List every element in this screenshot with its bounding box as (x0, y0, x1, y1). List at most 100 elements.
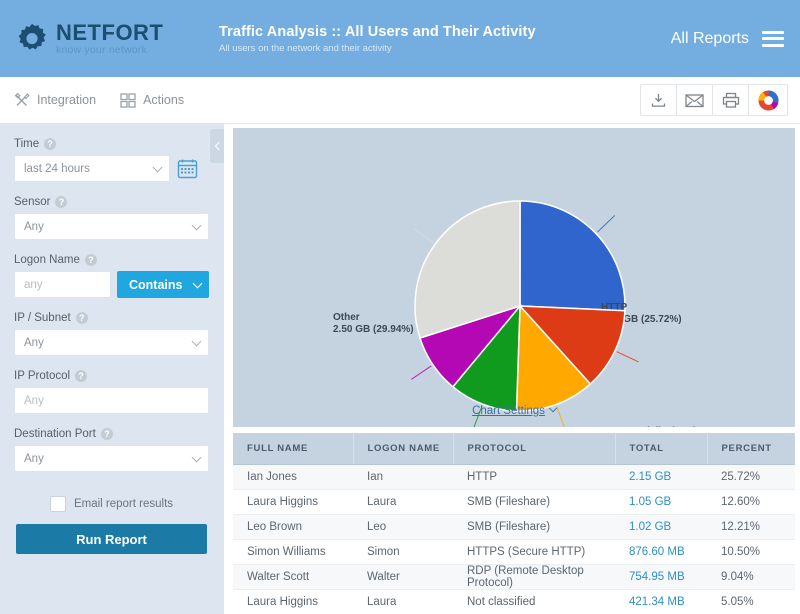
cell-full-name: Leo Brown (233, 514, 353, 540)
pie-chart-icon (757, 89, 779, 110)
email-report-checkbox[interactable] (49, 496, 66, 512)
cell-total[interactable]: 754.95 MB (615, 564, 707, 590)
help-icon[interactable]: ? (55, 196, 68, 208)
cell-logon-name: Simon (353, 539, 453, 565)
print-button[interactable] (713, 85, 748, 115)
cell-full-name: Simon Williams (233, 539, 353, 565)
time-select[interactable]: last 24 hours (14, 155, 170, 182)
help-icon[interactable]: ? (75, 370, 88, 382)
chart-settings-label: Chart Settings (472, 405, 545, 417)
cell-percent: 25.72% (707, 464, 795, 490)
hamburger-menu-icon[interactable] (762, 30, 784, 47)
help-icon[interactable]: ? (44, 138, 57, 150)
table-body: Ian Jones Ian HTTP 2.15 GB 25.72% Laura Higgi… (233, 464, 795, 614)
filter-sensor: Sensor ? Any (14, 196, 209, 240)
filter-sensor-label: Sensor ? (14, 196, 209, 208)
chevron-down-icon (548, 403, 558, 413)
filter-time-controls: last 24 hours (14, 155, 209, 182)
time-select-value: last 24 hours (24, 162, 90, 175)
results-table-wrapper: FULL NAME LOGON NAME PROTOCOL TOTAL PERCENT … (233, 433, 795, 614)
filter-logon-name-label-text: Logon Name (14, 254, 80, 266)
logon-name-operator-value: Contains (129, 277, 183, 292)
ip-subnet-select-value: Any (24, 336, 44, 349)
filter-ip-subnet-label-text: IP / Subnet (14, 312, 71, 324)
filter-destination-port-label-text: Destination Port (14, 428, 96, 440)
filter-sensor-label-text: Sensor (14, 196, 51, 208)
cell-logon-name: Walter (353, 564, 453, 590)
pie-leader-line (411, 365, 432, 380)
filter-ip-protocol: IP Protocol ? Any (14, 370, 209, 414)
table-row[interactable]: Walter Scott Walter RDP (Remote Desktop Pr… (233, 564, 795, 590)
table-row[interactable]: Simon Williams Simon HTTPS (Secure HTTP) 87… (233, 539, 795, 565)
grid-icon (120, 93, 136, 108)
table-column-header[interactable]: PROTOCOL (453, 433, 616, 465)
run-report-button[interactable]: Run Report (16, 524, 207, 554)
integration-menu-item[interactable]: Integration (14, 92, 96, 108)
cell-total[interactable]: 1.05 GB (615, 489, 707, 515)
sidebar-collapse-button[interactable] (210, 129, 225, 163)
filter-time-label: Time ? (14, 138, 209, 150)
calendar-button[interactable] (176, 158, 198, 180)
logon-name-operator-select[interactable]: Contains (117, 271, 209, 298)
table-column-header[interactable]: FULL NAME (233, 433, 354, 465)
table-column-header[interactable]: PERCENT (707, 433, 795, 465)
download-button[interactable] (641, 85, 676, 115)
pie-slice[interactable] (519, 200, 626, 312)
calendar-icon (177, 159, 197, 179)
chart-toggle-button[interactable] (749, 89, 787, 112)
page-title: Traffic Analysis :: All Users and Their … (219, 23, 536, 40)
email-report-row: Email report results (14, 496, 209, 512)
export-toolbar (640, 84, 788, 116)
table-column-header[interactable]: LOGON NAME (353, 433, 454, 465)
help-icon[interactable]: ? (75, 312, 88, 324)
cell-full-name: Laura Higgins (233, 589, 353, 614)
table-row[interactable]: Ian Jones Ian HTTP 2.15 GB 25.72% (233, 464, 795, 490)
table-column-header[interactable]: TOTAL (615, 433, 708, 465)
chevron-down-icon (191, 220, 202, 230)
table-row[interactable]: Leo Brown Leo SMB (Fileshare) 1.02 GB 12.21% (233, 514, 795, 540)
filters-sidebar: Time ? last 24 hours Sensor ? Any Logon … (0, 124, 225, 614)
sensor-select[interactable]: Any (14, 213, 209, 240)
pie-slice-name: Other (333, 312, 360, 323)
cell-total[interactable]: 421.34 MB (615, 589, 707, 614)
ip-subnet-select[interactable]: Any (14, 329, 209, 356)
all-reports-link[interactable]: All Reports (671, 30, 749, 48)
brand-logo[interactable]: NETFORT know your network (14, 21, 204, 57)
pie-chart[interactable]: HTTP2.15 GB (25.72%)SMB (Fileshare)1.05 … (233, 128, 795, 427)
actions-menu-item[interactable]: Actions (120, 92, 184, 108)
cell-percent: 9.04% (707, 564, 795, 590)
help-icon[interactable]: ? (100, 428, 113, 440)
cell-full-name: Walter Scott (233, 564, 353, 590)
filter-destination-port-controls: Any (14, 445, 209, 472)
help-icon[interactable]: ? (84, 254, 97, 266)
chart-settings-link[interactable]: Chart Settings (233, 403, 795, 417)
tools-icon (14, 92, 30, 106)
cell-protocol: RDP (Remote Desktop Protocol) (453, 564, 615, 590)
sub-navigation-bar: Integration Actions (0, 77, 800, 124)
logon-name-input[interactable]: any (14, 271, 111, 298)
table-row[interactable]: Laura Higgins Laura Not classified 421.34 M… (233, 589, 795, 614)
actions-label: Actions (143, 93, 185, 107)
cell-protocol: Not classified (453, 589, 615, 614)
filter-destination-port: Destination Port ? Any (14, 428, 209, 472)
chevron-down-icon (192, 278, 203, 288)
filter-ip-subnet-controls: Any (14, 329, 209, 356)
table-head: FULL NAME LOGON NAME PROTOCOL TOTAL PERCENT (233, 433, 795, 465)
page-subtitle: All users on the network and their activ… (219, 42, 392, 54)
cell-total[interactable]: 2.15 GB (615, 464, 707, 490)
cell-total[interactable]: 876.60 MB (615, 539, 707, 565)
filter-ip-protocol-controls: Any (14, 387, 209, 414)
filter-time-label-text: Time (14, 138, 40, 150)
cell-total[interactable]: 1.02 GB (615, 514, 707, 540)
cell-percent: 10.50% (707, 539, 795, 565)
destination-port-select[interactable]: Any (14, 445, 209, 472)
cell-logon-name: Laura (353, 589, 453, 614)
pie-leader-line (413, 228, 434, 244)
ip-protocol-input[interactable]: Any (14, 387, 209, 414)
email-button[interactable] (677, 85, 712, 115)
header-actions: All Reports (671, 30, 784, 48)
table-row[interactable]: Laura Higgins Laura SMB (Fileshare) 1.05 GB… (233, 489, 795, 515)
cell-percent: 12.60% (707, 489, 795, 515)
cell-percent: 12.21% (707, 514, 795, 540)
app-header: NETFORT know your network Traffic Analys… (0, 0, 800, 77)
